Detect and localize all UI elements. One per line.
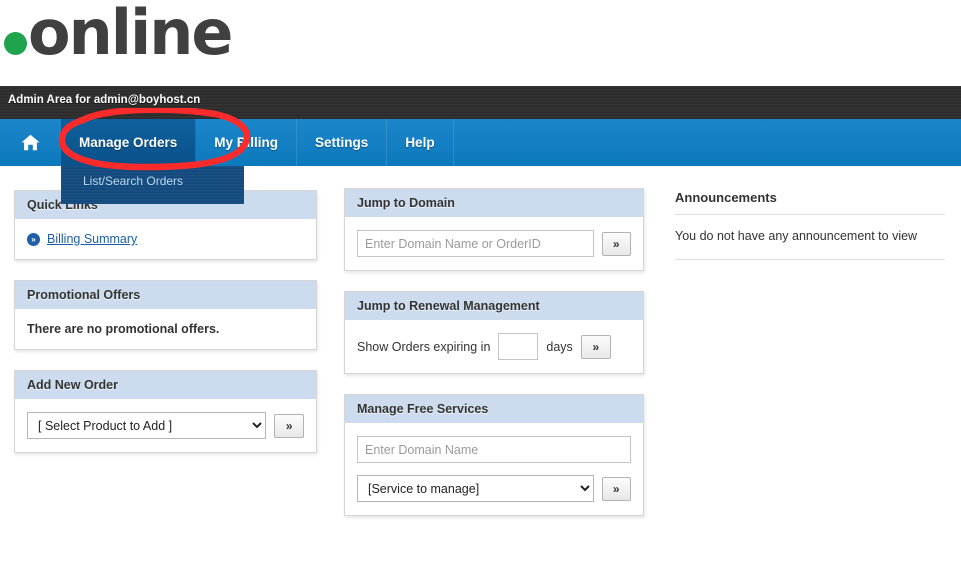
nav-item-my-billing[interactable]: My Billing [196, 119, 298, 166]
nav-item-label: My Billing [214, 135, 279, 150]
announcements-empty-text: You do not have any announcement to view [675, 229, 918, 243]
nav-home-button[interactable] [0, 119, 61, 166]
home-icon [21, 134, 40, 151]
jump-to-domain-go-button[interactable]: » [601, 231, 631, 256]
free-services-domain-input[interactable] [357, 436, 631, 463]
promotional-offers-body: There are no promotional offers. [15, 309, 316, 349]
manage-free-services-panel: Manage Free Services [Service to manage]… [344, 394, 644, 516]
add-new-order-body: [ Select Product to Add ] » [15, 399, 316, 452]
logo-text: online [28, 0, 233, 69]
renewal-management-panel: Jump to Renewal Management Show Orders e… [344, 291, 644, 374]
admin-bar: Admin Area for admin@boyhost.cn [0, 86, 961, 119]
nav-item-help[interactable]: Help [387, 119, 454, 166]
admin-area-label: Admin Area for admin@boyhost.cn [8, 94, 201, 106]
add-new-order-panel: Add New Order [ Select Product to Add ] … [14, 370, 317, 453]
chevron-circle-icon: » [27, 232, 40, 246]
middle-column: Jump to Domain » Jump to Renewal Managem… [344, 188, 644, 536]
quick-link-row[interactable]: » Billing Summary [27, 232, 304, 246]
dropdown-item-label: List/Search Orders [83, 174, 184, 188]
renewal-prefix-label: Show Orders expiring in [357, 339, 491, 354]
main-navigation: Manage Orders My Billing Settings Help [0, 119, 961, 166]
announcements-title: Announcements [675, 190, 777, 205]
nav-item-label: Manage Orders [79, 135, 178, 150]
page-root: online Admin Area for admin@boyhost.cn M… [0, 0, 961, 564]
renewal-days-input[interactable] [498, 333, 539, 360]
manage-free-services-body: [Service to manage] » [345, 423, 643, 515]
promotional-offers-title: Promotional Offers [15, 281, 316, 309]
promotional-offers-panel: Promotional Offers There are no promotio… [14, 280, 317, 350]
manage-orders-dropdown: List/Search Orders [61, 166, 244, 204]
nav-item-label: Settings [315, 135, 369, 150]
select-product-to-add[interactable]: [ Select Product to Add ] [27, 412, 267, 439]
logo-bar: online [0, 0, 961, 86]
announcements-divider-bottom [675, 259, 945, 261]
jump-to-domain-title: Jump to Domain [345, 189, 643, 217]
nav-item-label: Help [405, 135, 435, 150]
renewal-suffix-label: days [546, 339, 573, 354]
manage-free-services-title: Manage Free Services [345, 395, 643, 423]
no-promotional-offers-text: There are no promotional offers. [27, 322, 220, 336]
billing-summary-link[interactable]: Billing Summary [47, 232, 137, 246]
jump-to-domain-panel: Jump to Domain » [344, 188, 644, 271]
site-logo: online [4, 0, 233, 69]
renewal-management-title: Jump to Renewal Management [345, 292, 643, 320]
jump-to-domain-input[interactable] [357, 230, 594, 257]
free-services-go-button[interactable]: » [601, 476, 631, 501]
nav-item-manage-orders[interactable]: Manage Orders [61, 119, 197, 166]
renewal-management-body: Show Orders expiring in days » [345, 320, 643, 373]
dropdown-item-list-search-orders[interactable]: List/Search Orders [61, 166, 244, 188]
add-new-order-go-button[interactable]: » [274, 413, 304, 438]
renewal-go-button[interactable]: » [580, 334, 611, 359]
nav-item-settings[interactable]: Settings [297, 119, 388, 166]
quick-links-body: » Billing Summary [15, 219, 316, 259]
add-new-order-title: Add New Order [15, 371, 316, 399]
left-column: Quick Links » Billing Summary Promotiona… [14, 190, 317, 473]
jump-to-domain-body: » [345, 217, 643, 270]
announcements-panel: Announcements You do not have any announ… [675, 190, 945, 261]
green-dot-icon [4, 32, 27, 55]
free-services-select[interactable]: [Service to manage] [357, 475, 594, 502]
right-column: Announcements You do not have any announ… [675, 190, 945, 261]
